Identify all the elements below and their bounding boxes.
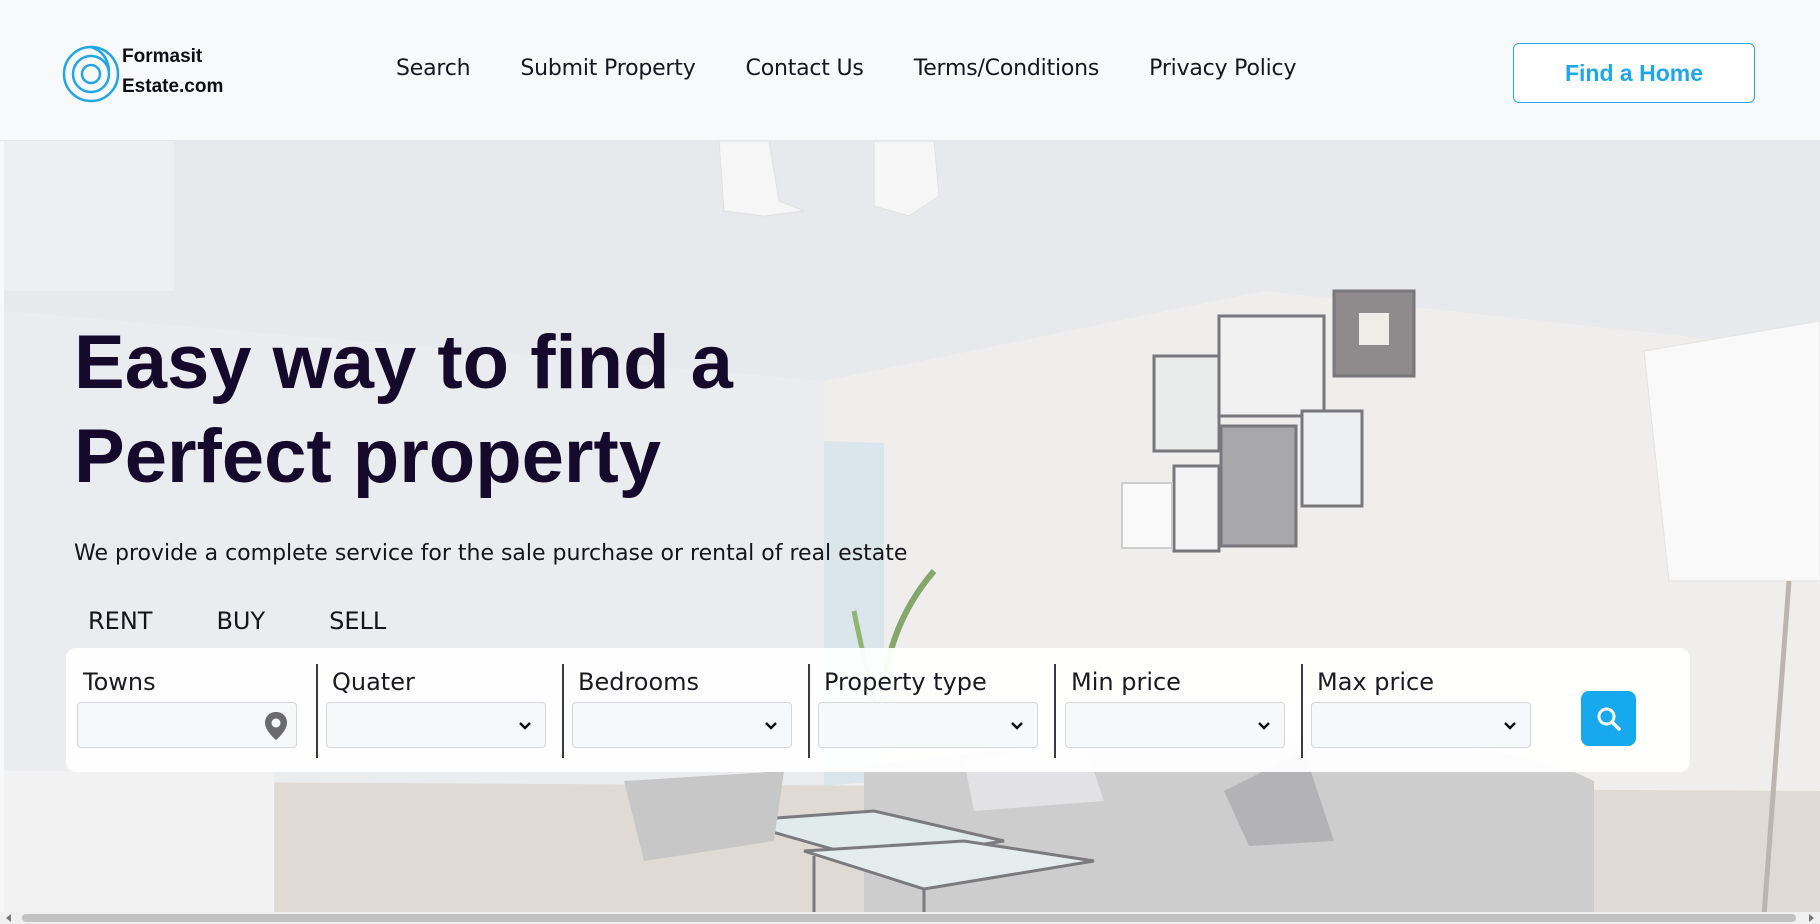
max-price-select[interactable]: [1311, 702, 1531, 748]
nav-submit-property[interactable]: Submit Property: [520, 56, 695, 81]
bedrooms-label: Bedrooms: [578, 668, 700, 696]
field-divider: [316, 664, 318, 758]
logo-text: Formasit Estate.com: [122, 42, 223, 102]
logo-line-2: Estate.com: [122, 76, 224, 97]
hero-headline: Easy way to find a Perfect property: [74, 316, 974, 504]
max-price-label: Max price: [1317, 668, 1434, 696]
scroll-left-arrow-icon[interactable]: [4, 913, 14, 923]
spiral-logo-icon: [62, 45, 120, 103]
property-search-panel: Towns Quater Bedrooms Property type Min …: [66, 648, 1690, 772]
find-a-home-button[interactable]: Find a Home: [1513, 43, 1755, 103]
logo[interactable]: Formasit Estate.com: [62, 40, 223, 104]
quater-label: Quater: [332, 668, 415, 696]
nav-contact-us[interactable]: Contact Us: [746, 56, 864, 81]
quater-select[interactable]: [326, 702, 546, 748]
chevron-down-icon: [519, 722, 531, 730]
scrollbar-thumb[interactable]: [22, 914, 1796, 922]
chevron-down-icon: [1011, 722, 1023, 730]
chevron-down-icon: [1504, 722, 1516, 730]
map-pin-icon: [265, 712, 287, 740]
field-divider: [808, 664, 810, 758]
listing-type-tabs: RENT BUY SELL: [88, 607, 450, 635]
headline-line-2: Perfect property: [74, 414, 662, 499]
nav-terms-conditions[interactable]: Terms/Conditions: [914, 56, 1100, 81]
logo-line-1: Formasit: [122, 46, 203, 67]
living-room-background: [4, 141, 1820, 916]
headline-line-1: Easy way to find a: [74, 320, 733, 405]
nav-privacy-policy[interactable]: Privacy Policy: [1149, 56, 1296, 81]
chevron-down-icon: [765, 722, 777, 730]
tab-buy[interactable]: BUY: [216, 607, 265, 635]
site-header: Formasit Estate.com Search Submit Proper…: [0, 0, 1820, 141]
min-price-label: Min price: [1071, 668, 1181, 696]
min-price-select[interactable]: [1065, 702, 1285, 748]
main-nav: Search Submit Property Contact Us Terms/…: [396, 56, 1346, 81]
hero-subtitle: We provide a complete service for the sa…: [74, 541, 908, 566]
horizontal-scrollbar[interactable]: [0, 912, 1820, 924]
field-divider: [1301, 664, 1303, 758]
search-submit-button[interactable]: [1581, 691, 1636, 746]
search-icon: [1597, 707, 1621, 731]
scroll-right-arrow-icon[interactable]: [1806, 913, 1816, 923]
nav-search[interactable]: Search: [396, 56, 471, 81]
towns-input[interactable]: [77, 702, 297, 748]
chevron-down-icon: [1258, 722, 1270, 730]
tab-rent[interactable]: RENT: [88, 607, 152, 635]
tab-sell[interactable]: SELL: [329, 607, 386, 635]
bedrooms-select[interactable]: [572, 702, 792, 748]
field-divider: [1054, 664, 1056, 758]
property-type-select[interactable]: [818, 702, 1038, 748]
towns-label: Towns: [83, 668, 156, 696]
field-divider: [562, 664, 564, 758]
property-type-label: Property type: [824, 668, 987, 696]
hero-section: Easy way to find a Perfect property We p…: [4, 141, 1820, 916]
